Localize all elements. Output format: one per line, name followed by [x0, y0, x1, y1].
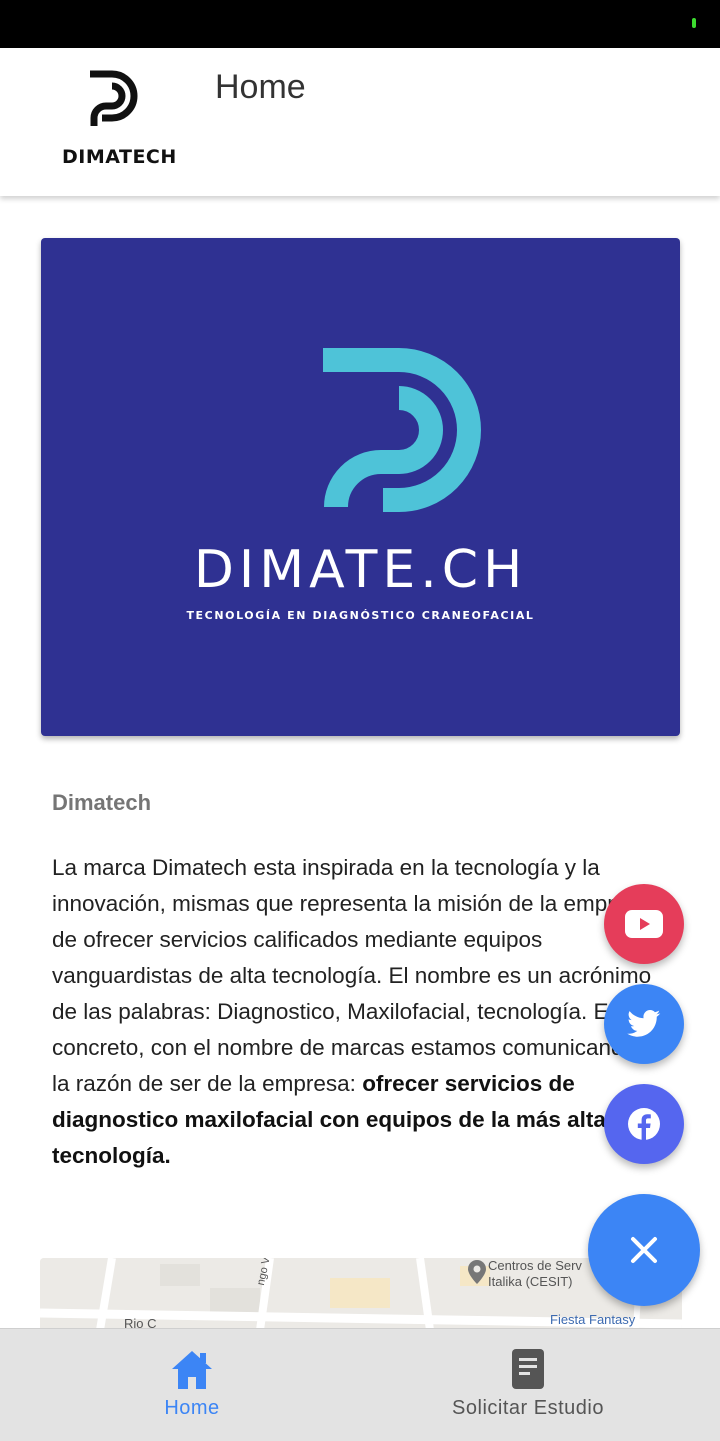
close-fab-button[interactable]: [588, 1194, 700, 1306]
nav-item-solicitar-estudio[interactable]: Solicitar Estudio: [348, 1329, 708, 1441]
youtube-icon: [625, 910, 663, 938]
bottom-navigation: Home Solicitar Estudio: [0, 1328, 720, 1441]
map-label-fiesta: Fiesta Fantasy: [550, 1312, 636, 1327]
description-paragraph: La marca Dimatech esta inspirada en la t…: [52, 855, 652, 1096]
description-text: La marca Dimatech esta inspirada en la t…: [52, 850, 652, 1174]
twitter-icon: [627, 1010, 661, 1037]
app-logo: DIMATECH: [56, 68, 176, 172]
brand-mark-icon: [323, 348, 481, 512]
facebook-icon: [628, 1108, 660, 1141]
close-icon: [631, 1237, 657, 1263]
status-bar: [0, 0, 720, 48]
app-bar: DIMATECH Home: [0, 48, 720, 196]
hero-brand-name: DIMATE.CH: [193, 540, 528, 600]
map-label-italika: Italika (CESIT): [488, 1274, 573, 1289]
logo-wordmark: DIMATECH: [62, 146, 177, 168]
map-label-service-center: Centros de Serv: [488, 1258, 582, 1273]
twitter-button[interactable]: [604, 984, 684, 1064]
document-icon: [512, 1349, 544, 1389]
home-icon: [172, 1351, 212, 1389]
map-preview[interactable]: Centros de Serv Italika (CESIT) Fiesta F…: [40, 1258, 682, 1330]
section-title: Dimatech: [52, 790, 152, 815]
hero-banner: DIMATE.CH TECNOLOGÍA EN DIAGNÓSTICO CRAN…: [41, 238, 680, 736]
page-title: Home: [215, 68, 306, 106]
nav-item-home[interactable]: Home: [12, 1329, 372, 1441]
location-pin-icon: [468, 1260, 486, 1284]
nav-label-home: Home: [164, 1397, 220, 1419]
facebook-button[interactable]: [604, 1084, 684, 1164]
nav-label-solicitar-estudio: Solicitar Estudio: [452, 1397, 604, 1419]
logo-mark-icon: [90, 70, 138, 126]
status-indicator-icon: [692, 18, 696, 28]
youtube-button[interactable]: [604, 884, 684, 964]
hero-tagline: TECNOLOGÍA EN DIAGNÓSTICO CRANEOFACIAL: [186, 609, 535, 622]
